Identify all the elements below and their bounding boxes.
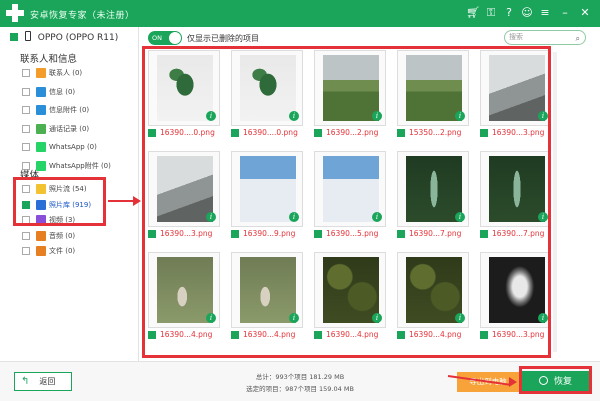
media-checkbox[interactable] xyxy=(22,247,30,255)
media-checkbox[interactable] xyxy=(22,231,30,240)
contacts-section-title: 联系人和信息 xyxy=(20,54,78,65)
media-label: 文件 (0) xyxy=(49,247,76,255)
contacts-checkbox[interactable] xyxy=(22,87,30,96)
scrollbar[interactable] xyxy=(553,52,557,352)
contacts-type-icon xyxy=(36,142,46,152)
key-icon[interactable]: ⚿ xyxy=(484,6,498,20)
contacts-label: 信息附件 (0) xyxy=(49,106,90,114)
media-highlight-box xyxy=(13,177,106,226)
app-logo-icon xyxy=(5,3,25,23)
media-item[interactable]: 音频 (0) xyxy=(22,229,75,243)
minimize-icon[interactable]: – xyxy=(558,6,572,20)
contacts-checkbox[interactable] xyxy=(22,69,30,77)
search-input[interactable]: 搜索 ⌕ xyxy=(504,30,586,45)
title-bar: 安卓恢复专家（未注册） 🛒︎ ⚿ ? ☺ ≡ – ✕ xyxy=(0,0,600,27)
toggle-label: ON xyxy=(152,34,162,42)
contacts-item[interactable]: 信息附件 (0) xyxy=(22,103,89,117)
media-type-icon xyxy=(36,230,46,241)
contacts-type-icon xyxy=(36,123,46,134)
device-row[interactable]: OPPO (OPPO R11) xyxy=(10,31,118,43)
contacts-label: 通话记录 (0) xyxy=(49,124,90,133)
device-checkbox[interactable] xyxy=(10,33,18,41)
media-label: 音频 (0) xyxy=(49,231,76,240)
contacts-item[interactable]: 通话记录 (0) xyxy=(22,122,89,136)
contacts-label: 联系人 (0) xyxy=(49,69,83,77)
contacts-item[interactable]: 联系人 (0) xyxy=(22,66,82,80)
search-placeholder: 搜索 xyxy=(509,33,523,41)
contacts-item[interactable]: WhatsApp (0) xyxy=(22,140,97,154)
media-type-icon xyxy=(36,246,46,256)
window-title: 安卓恢复专家（未注册） xyxy=(30,11,135,21)
phone-icon xyxy=(24,31,31,41)
recover-highlight-box xyxy=(519,366,592,394)
cart-icon[interactable]: 🛒︎ xyxy=(466,6,480,20)
contacts-label: WhatsApp附件 (0) xyxy=(49,161,111,170)
contacts-checkbox[interactable] xyxy=(22,124,30,133)
search-icon[interactable]: ⌕ xyxy=(576,32,580,45)
arrow-line xyxy=(108,200,134,202)
arrow-right-icon xyxy=(509,377,517,387)
close-icon[interactable]: ✕ xyxy=(578,6,592,20)
grid-highlight-box xyxy=(142,46,551,358)
message-icon[interactable]: ☺ xyxy=(520,6,534,20)
device-name: OPPO (OPPO R11) xyxy=(37,33,119,43)
contacts-checkbox[interactable] xyxy=(22,143,30,151)
contacts-checkbox[interactable] xyxy=(22,106,30,114)
menu-icon[interactable]: ≡ xyxy=(538,6,552,20)
deleted-only-toggle[interactable]: ON xyxy=(148,31,182,45)
media-item[interactable]: 文件 (0) xyxy=(22,244,75,258)
contacts-type-icon xyxy=(36,105,46,115)
toggle-knob xyxy=(169,32,181,44)
contacts-label: 信息 (0) xyxy=(49,87,76,96)
contacts-label: WhatsApp (0) xyxy=(49,143,97,151)
contacts-item[interactable]: 信息 (0) xyxy=(22,85,75,99)
contacts-type-icon xyxy=(36,86,46,97)
arrow-right-icon xyxy=(133,196,141,206)
contacts-type-icon xyxy=(36,68,46,78)
help-icon[interactable]: ? xyxy=(502,6,516,20)
deleted-only-label: 仅显示已删除的项目 xyxy=(187,34,259,43)
